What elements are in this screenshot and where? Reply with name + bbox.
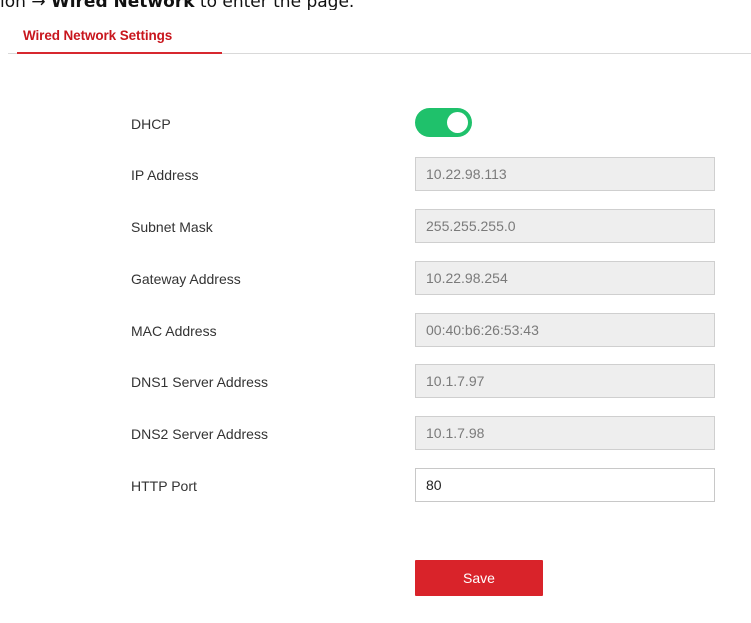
- dns2-server-address-label: DNS2 Server Address: [131, 426, 268, 442]
- toggle-knob: [447, 112, 468, 133]
- tab-active-underline: [17, 52, 222, 54]
- tab-bar: Wired Network Settings: [8, 10, 751, 54]
- ip-address-label: IP Address: [131, 167, 199, 183]
- settings-panel: Wired Network Settings DHCP IP Address 1…: [8, 10, 751, 623]
- gateway-address-label: Gateway Address: [131, 271, 241, 287]
- dns2-server-address-field[interactable]: 10.1.7.98: [415, 416, 715, 450]
- mac-address-label: MAC Address: [131, 323, 217, 339]
- ip-address-field[interactable]: 10.22.98.113: [415, 157, 715, 191]
- save-button[interactable]: Save: [415, 560, 543, 596]
- tab-label: Wired Network Settings: [23, 28, 173, 43]
- dns1-server-address-field[interactable]: 10.1.7.97: [415, 364, 715, 398]
- mac-address-field[interactable]: 00:40:b6:26:53:43: [415, 313, 715, 347]
- tab-wired-network-settings[interactable]: Wired Network Settings: [17, 27, 222, 54]
- http-port-label: HTTP Port: [131, 478, 197, 494]
- subnet-mask-label: Subnet Mask: [131, 219, 213, 235]
- dns1-server-address-label: DNS1 Server Address: [131, 374, 268, 390]
- http-port-input[interactable]: 80: [415, 468, 715, 502]
- dhcp-label: DHCP: [131, 116, 171, 132]
- gateway-address-field[interactable]: 10.22.98.254: [415, 261, 715, 295]
- subnet-mask-field[interactable]: 255.255.255.0: [415, 209, 715, 243]
- dhcp-toggle[interactable]: [415, 108, 472, 137]
